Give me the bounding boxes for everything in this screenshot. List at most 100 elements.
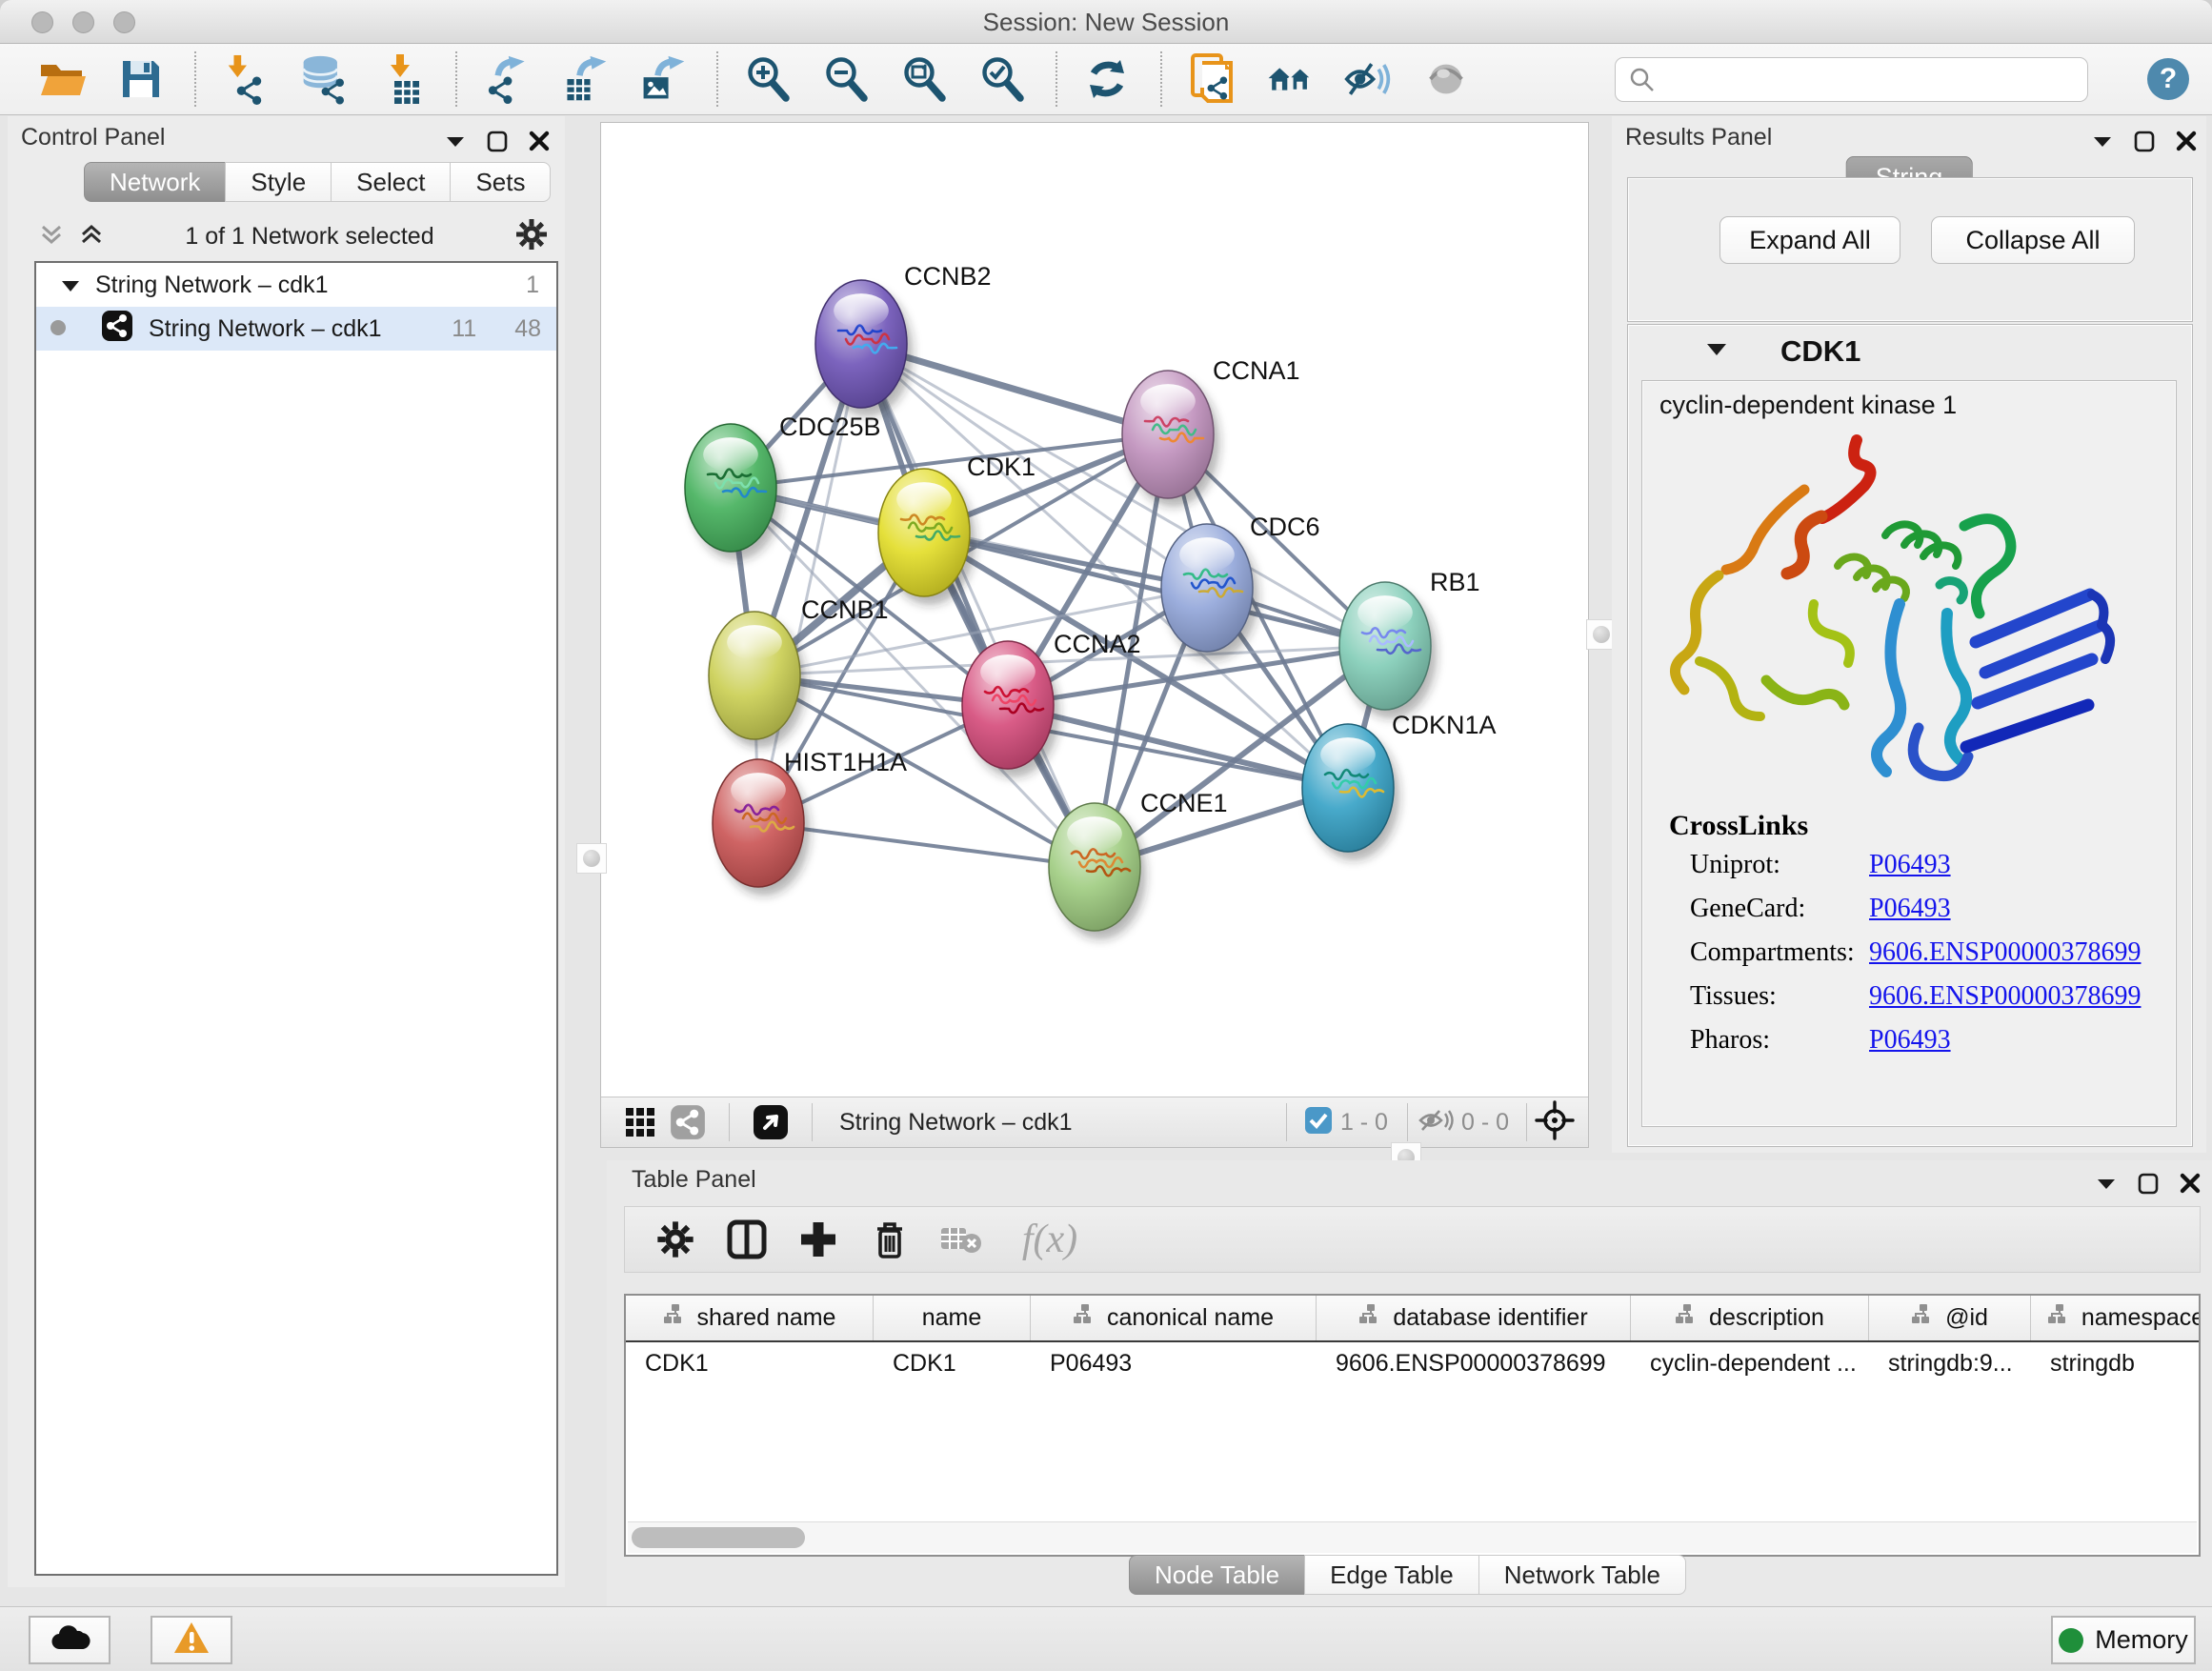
close-panel-icon[interactable] [2180,1173,2201,1198]
node-cdkn1a[interactable]: CDKN1A [1302,711,1497,860]
table-cell[interactable]: CDK1 [874,1342,1031,1384]
zoom-fit-icon[interactable] [899,54,949,104]
export-network-icon[interactable] [482,54,532,104]
toolbar-separator [194,51,196,107]
delete-column-icon[interactable] [866,1216,914,1263]
delete-table-icon[interactable] [937,1216,985,1263]
column-header--id[interactable]: @id [1869,1296,2031,1340]
panel-menu-chevron-icon[interactable] [2096,1177,2117,1195]
scrollbar-thumb[interactable] [632,1527,805,1548]
tab-edge-table[interactable]: Edge Table [1304,1555,1478,1595]
show-columns-icon[interactable] [723,1216,771,1263]
crosslinks-title: CrossLinks [1669,810,1808,842]
table-cell[interactable]: cyclin-dependent ... [1631,1342,1869,1384]
left-splitter-handle[interactable] [576,843,607,874]
network-row[interactable]: String Network – cdk1 11 48 [36,307,556,351]
table-cell[interactable]: stringdb:9... [1869,1342,2031,1384]
zoom-in-icon[interactable] [743,54,793,104]
function-builder-icon[interactable]: f(x) [1009,1216,1091,1263]
collection-expand-chevron-icon[interactable] [61,272,80,299]
network-collection-row[interactable]: String Network – cdk1 1 [36,263,556,307]
network-options-gear-icon[interactable] [514,217,549,256]
tab-node-table[interactable]: Node Table [1129,1555,1304,1595]
node-hist1h1a[interactable]: HIST1H1A [713,748,907,896]
selected-checkbox-icon[interactable] [1304,1106,1333,1139]
import-network-icon[interactable] [221,54,271,104]
crosslink-link[interactable]: 9606.ENSP00000378699 [1869,981,2141,1012]
warnings-button[interactable] [151,1616,232,1664]
cloud-icon [49,1622,90,1658]
table-cell[interactable]: CDK1 [626,1342,874,1384]
table-row[interactable]: CDK1CDK1P064939606.ENSP00000378699cyclin… [626,1342,2199,1384]
memory-button[interactable]: Memory [2051,1616,2196,1664]
entry-header[interactable]: CDK1 [1630,327,2190,376]
panel-menu-chevron-icon[interactable] [445,134,466,152]
column-header-canonical-name[interactable]: canonical name [1031,1296,1317,1340]
column-header-namespace[interactable]: namespace [2031,1296,2201,1340]
crosslink-link[interactable]: P06493 [1869,1025,1951,1056]
search-input[interactable] [1615,57,2088,102]
window-title: Session: New Session [0,8,2212,37]
column-header-shared-name[interactable]: shared name [626,1296,874,1340]
share-network-icon[interactable] [664,1098,712,1146]
collapse-all-networks-icon[interactable] [38,221,65,252]
edge-ccnb2-ccne1[interactable] [861,344,1095,867]
crosslink-link[interactable]: 9606.ENSP00000378699 [1869,937,2141,968]
help-icon[interactable]: ? [2143,54,2193,104]
network-canvas[interactable]: CCNB2 CCNA1 CDC25B CDK1 CDC6 RB1 CCNB1 C… [601,123,1588,1097]
table-cell[interactable]: 9606.ENSP00000378699 [1317,1342,1631,1384]
expand-all-button[interactable]: Expand All [1719,216,1900,264]
zoom-selected-icon[interactable] [977,54,1027,104]
tab-style[interactable]: Style [225,162,331,202]
birdseye-view-icon[interactable] [747,1098,794,1146]
entry-collapse-chevron-icon[interactable] [1706,342,1727,361]
add-column-icon[interactable] [794,1216,842,1263]
column-header-database-identifier[interactable]: database identifier [1317,1296,1631,1340]
expand-all-networks-icon[interactable] [78,221,105,252]
float-panel-icon[interactable] [487,130,508,157]
export-image-icon[interactable] [638,54,688,104]
node-cdc6[interactable]: CDC6 [1161,513,1320,660]
node-ccnb2[interactable]: CCNB2 [815,262,992,416]
refresh-icon[interactable] [1082,54,1132,104]
close-panel-icon[interactable] [529,131,550,156]
column-header-description[interactable]: description [1631,1296,1869,1340]
eye-icon[interactable] [1421,54,1471,104]
crosslink-link[interactable]: P06493 [1869,894,1951,924]
node-rb1[interactable]: RB1 [1339,568,1480,718]
hidden-eye-icon[interactable] [1418,1106,1454,1139]
table-horizontal-scrollbar[interactable] [628,1521,2197,1553]
table-cell[interactable]: P06493 [1031,1342,1317,1384]
node-label-ccnb2: CCNB2 [904,262,992,291]
crosslink-link[interactable]: P06493 [1869,850,1951,880]
save-icon[interactable] [116,54,166,104]
export-table-icon[interactable] [560,54,610,104]
first-neighbors-icon[interactable] [1265,54,1315,104]
import-database-icon[interactable] [299,54,349,104]
table-cell[interactable]: stringdb [2031,1342,2201,1384]
open-icon[interactable] [38,54,88,104]
import-table-icon[interactable] [377,54,427,104]
grid-view-icon[interactable] [616,1098,664,1146]
node-ccne1[interactable]: CCNE1 [1049,789,1228,939]
collection-label: String Network – cdk1 [95,272,329,299]
zoom-out-icon[interactable] [821,54,871,104]
panel-menu-chevron-icon[interactable] [2092,134,2113,152]
string-document-icon[interactable] [1187,54,1237,104]
tab-select[interactable]: Select [331,162,450,202]
close-panel-icon[interactable] [2176,131,2197,156]
node-ccna1[interactable]: CCNA1 [1122,356,1300,507]
node-cdk1[interactable]: CDK1 [878,453,1036,605]
tab-sets[interactable]: Sets [450,162,551,202]
table-settings-gear-icon[interactable] [652,1216,699,1263]
float-panel-icon[interactable] [2138,1172,2159,1199]
node-cdc25b[interactable]: CDC25B [685,413,881,560]
column-header-name[interactable]: name [874,1296,1031,1340]
tab-network[interactable]: Network [84,162,225,202]
collapse-all-button[interactable]: Collapse All [1931,216,2135,264]
cloud-button[interactable] [29,1616,111,1664]
tab-network-table[interactable]: Network Table [1478,1555,1686,1595]
hide-eye-icon[interactable] [1343,54,1393,104]
float-panel-icon[interactable] [2134,130,2155,157]
fit-selected-crosshair-icon[interactable] [1535,1100,1575,1145]
